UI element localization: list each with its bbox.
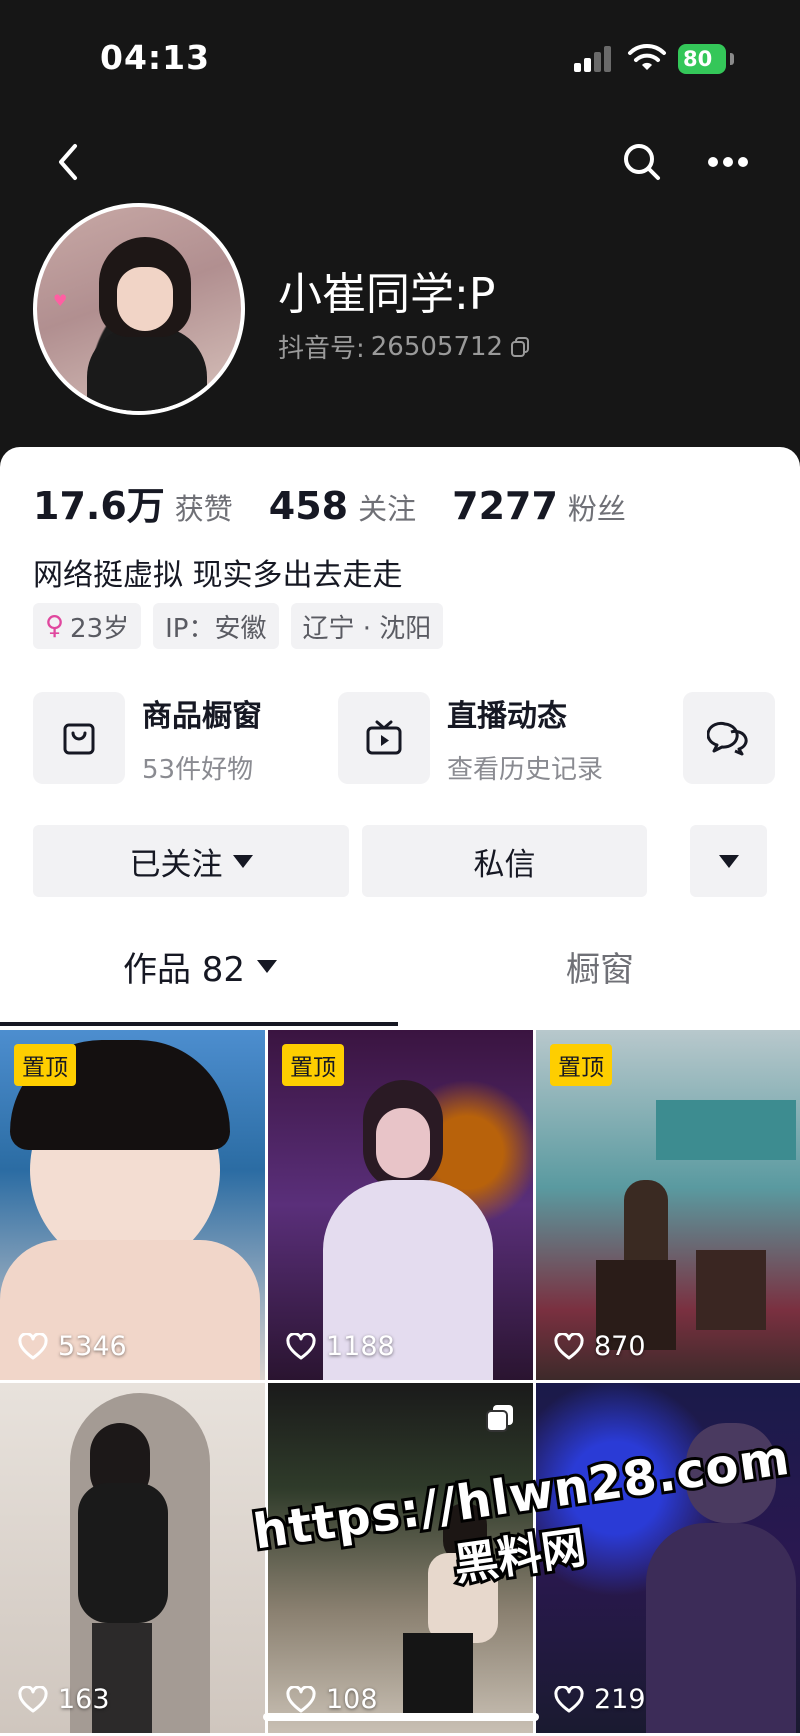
stat-following-label: 关注: [358, 492, 417, 526]
caret-down-icon: [232, 854, 253, 868]
video-likes-count: 5346: [58, 1331, 127, 1362]
female-icon: ♀: [45, 611, 65, 641]
status-bar: 04:13 80: [0, 0, 800, 110]
stat-followers[interactable]: 7277 粉丝: [452, 484, 626, 528]
search-icon: [624, 144, 660, 180]
stat-followers-value: 7277: [452, 484, 558, 528]
video-likes-count: 219: [594, 1684, 646, 1715]
video-likes: 219: [554, 1684, 646, 1715]
chat-bubble-icon: [707, 722, 748, 756]
douyin-id[interactable]: 抖音号: 26505712: [278, 328, 531, 365]
nav-bar: [0, 130, 800, 200]
heart-outline-icon: [18, 1332, 48, 1359]
more-actions-button[interactable]: [690, 825, 767, 897]
pinned-badge: 置顶: [282, 1044, 344, 1086]
caret-down-icon: [718, 854, 739, 868]
video-tile[interactable]: 置顶 1188: [268, 1030, 533, 1380]
tag-age: ♀ 23岁: [33, 603, 142, 649]
feature-row: 商品橱窗 53件好物 直播动态 查看历史记录: [33, 690, 800, 786]
more-button[interactable]: [696, 130, 760, 194]
tag-age-text: 23岁: [70, 613, 130, 644]
home-indicator[interactable]: [263, 1713, 539, 1721]
followed-button[interactable]: 已关注: [33, 825, 349, 897]
feature-live-icon-box: [338, 692, 430, 784]
heart-outline-icon: [286, 1685, 316, 1712]
heart-outline-icon: [18, 1685, 48, 1712]
feature-shop-subtitle: 53件好物: [142, 754, 254, 785]
douyin-id-label: 抖音号:: [278, 334, 365, 364]
copy-icon[interactable]: [509, 336, 531, 358]
more-dots-icon: [708, 157, 748, 167]
battery-cap: [730, 53, 734, 65]
video-likes-count: 870: [594, 1331, 646, 1362]
feature-live-subtitle: 查看历史记录: [447, 754, 604, 785]
multi-image-icon: [486, 1405, 513, 1432]
video-likes-count: 163: [58, 1684, 110, 1715]
profile-nickname: 小崔同学:P: [278, 269, 496, 320]
video-tile[interactable]: 置顶 870: [536, 1030, 800, 1380]
feature-group-chat[interactable]: [683, 690, 792, 786]
bag-icon: [63, 723, 95, 755]
wifi-icon: [628, 43, 666, 70]
video-tile[interactable]: 108: [268, 1383, 533, 1733]
profile-sheet: 17.6万 获赞 458 关注 7277 粉丝 网络挺虚拟 现实多出去走走 ♀ …: [0, 447, 800, 1736]
message-button[interactable]: 私信: [362, 825, 647, 897]
tag-ip: IP：安徽: [153, 603, 279, 649]
video-likes-count: 1188: [326, 1331, 395, 1362]
feature-live[interactable]: 直播动态 查看历史记录: [338, 690, 603, 786]
pinned-badge: 置顶: [14, 1044, 76, 1086]
heart-outline-icon: [554, 1332, 584, 1359]
tab-works[interactable]: 作品 82: [0, 925, 400, 1007]
tab-works-label: 作品 82: [122, 949, 246, 990]
content-tabs: 作品 82 橱窗: [0, 925, 800, 1007]
followed-button-label: 已关注: [129, 846, 223, 883]
video-likes: 5346: [18, 1331, 127, 1362]
video-tile[interactable]: 219: [536, 1383, 800, 1733]
tab-shop-window[interactable]: 橱窗: [400, 925, 800, 1007]
pinned-badge: 置顶: [550, 1044, 612, 1086]
stat-following-value: 458: [268, 484, 349, 528]
stat-followers-label: 粉丝: [567, 492, 626, 526]
feature-chat-icon-box: [683, 692, 775, 784]
stats-row: 17.6万 获赞 458 关注 7277 粉丝: [33, 475, 662, 530]
status-time: 04:13: [100, 38, 211, 77]
video-likes: 163: [18, 1684, 110, 1715]
battery-indicator: 80: [678, 44, 726, 74]
video-likes: 1188: [286, 1331, 395, 1362]
video-tile[interactable]: 置顶 5346: [0, 1030, 265, 1380]
tab-shop-label: 橱窗: [566, 949, 634, 990]
search-button[interactable]: [610, 130, 674, 194]
heart-outline-icon: [554, 1685, 584, 1712]
feature-shop-icon-box: [33, 692, 125, 784]
message-button-label: 私信: [473, 846, 536, 883]
stat-likes-label: 获赞: [174, 492, 233, 526]
chevron-left-icon: [59, 144, 77, 180]
tag-location: 辽宁 · 沈阳: [290, 603, 444, 649]
heart-outline-icon: [286, 1332, 316, 1359]
heart-sticker-icon: ♥: [53, 291, 68, 310]
profile-bio: 网络挺虚拟 现实多出去走走: [33, 558, 403, 593]
profile-tags: ♀ 23岁 IP：安徽 辽宁 · 沈阳: [33, 603, 444, 649]
feature-shop-window[interactable]: 商品橱窗 53件好物: [33, 690, 262, 786]
stat-likes-value: 17.6万: [33, 484, 165, 528]
avatar[interactable]: ♥: [33, 203, 245, 415]
feature-shop-title: 商品橱窗: [142, 698, 262, 734]
stat-following[interactable]: 458 关注: [269, 484, 416, 528]
video-likes-count: 108: [326, 1684, 378, 1715]
tv-icon: [366, 720, 402, 755]
back-button[interactable]: [36, 130, 100, 194]
video-likes: 108: [286, 1684, 378, 1715]
caret-down-icon: [257, 959, 278, 973]
douyin-id-value: 26505712: [370, 331, 504, 362]
video-tile[interactable]: 163: [0, 1383, 265, 1733]
video-likes: 870: [554, 1331, 646, 1362]
stat-likes[interactable]: 17.6万 获赞: [33, 475, 233, 530]
feature-live-title: 直播动态: [447, 698, 567, 734]
cellular-signal-icon: [574, 44, 614, 72]
tab-indicator: [0, 1022, 398, 1026]
